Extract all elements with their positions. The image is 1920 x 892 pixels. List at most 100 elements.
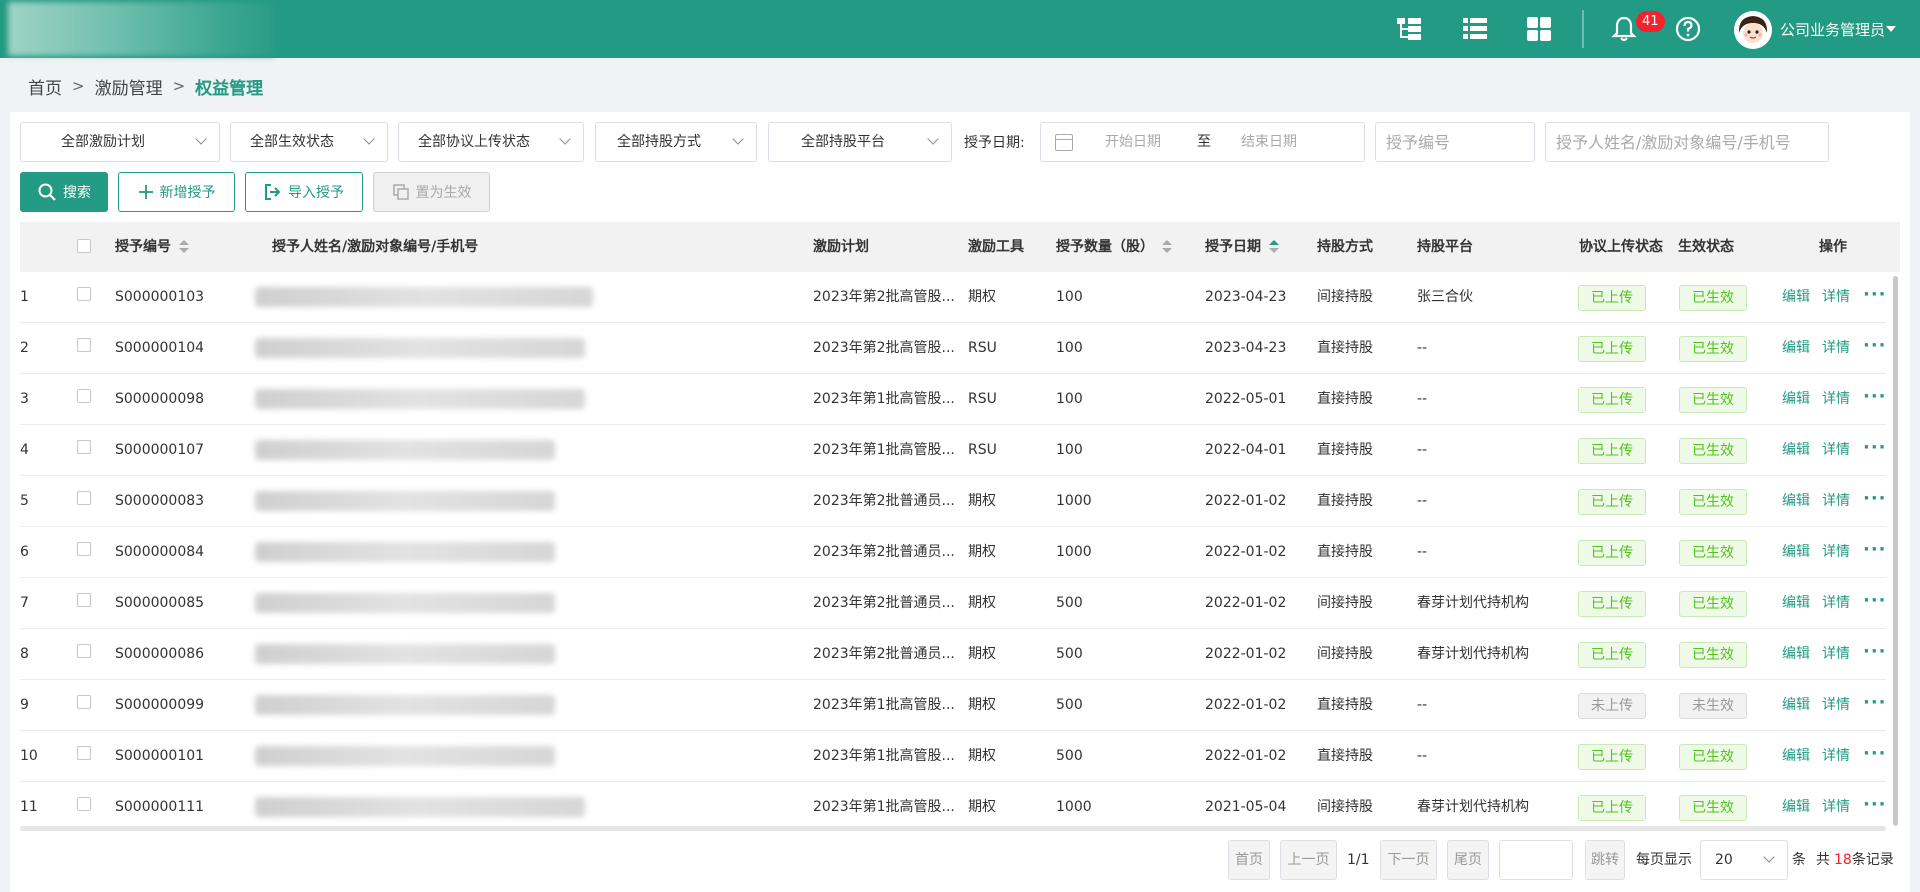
more-icon[interactable]: ··· [1863,578,1886,624]
sort-icon[interactable] [179,240,189,254]
row-checkbox[interactable] [77,797,91,811]
holding-method-select[interactable]: 全部持股方式 [595,122,757,162]
more-icon[interactable]: ··· [1863,680,1886,726]
grant-no-cell: S000000104 [115,340,205,356]
per-page-unit: 条 [1792,852,1806,868]
jump-button[interactable]: 跳转 [1585,840,1625,880]
edit-link[interactable]: 编辑 [1782,374,1810,425]
date-start-input[interactable]: 开始日期 [1105,123,1161,161]
row-checkbox[interactable] [77,389,91,403]
help-icon[interactable] [1673,14,1703,44]
grant-no-cell: S000000085 [115,595,205,611]
more-icon[interactable]: ··· [1863,629,1886,675]
holding-platform-select[interactable]: 全部持股平台 [768,122,952,162]
chevron-down-icon [732,133,744,145]
list-icon[interactable] [1460,14,1490,44]
detail-link[interactable]: 详情 [1822,680,1850,731]
next-page-button[interactable]: 下一页 [1380,840,1437,880]
per-page-select[interactable]: 20 [1700,840,1788,880]
tree-menu-icon[interactable] [1394,14,1424,44]
chevron-down-icon [195,133,207,145]
detail-link[interactable]: 详情 [1822,782,1850,830]
detail-link[interactable]: 详情 [1822,323,1850,374]
qty-cell: 100 [1056,391,1083,407]
detail-link[interactable]: 详情 [1822,476,1850,527]
more-icon[interactable]: ··· [1863,323,1886,369]
edit-link[interactable]: 编辑 [1782,425,1810,476]
breadcrumb-home[interactable]: 首页 [28,74,62,99]
first-page-button[interactable]: 首页 [1228,840,1270,880]
more-icon[interactable]: ··· [1863,425,1886,471]
table-body: 1 S000000103 2023年第2批高管股... 期权 100 2023-04-23… [20,272,1886,830]
row-checkbox[interactable] [77,542,91,556]
row-checkbox[interactable] [77,644,91,658]
effective-status-select[interactable]: 全部生效状态 [230,122,388,162]
edit-link[interactable]: 编辑 [1782,476,1810,527]
edit-link[interactable]: 编辑 [1782,731,1810,782]
plan-select[interactable]: 全部激励计划 [20,122,220,162]
horizontal-scrollbar[interactable] [20,826,1886,831]
detail-link[interactable]: 详情 [1822,629,1850,680]
username[interactable]: 公司业务管理员 [1780,19,1885,40]
agreement-status-select[interactable]: 全部协议上传状态 [398,122,584,162]
edit-link[interactable]: 编辑 [1782,527,1810,578]
breadcrumb-incentive[interactable]: 激励管理 [95,74,163,99]
row-checkbox[interactable] [77,491,91,505]
select-all-checkbox[interactable] [77,239,91,253]
method-cell: 直接持股 [1317,697,1373,713]
date-cell: 2022-01-02 [1205,646,1287,662]
user-menu-caret-icon[interactable] [1886,26,1896,32]
set-effective-button[interactable]: 置为生效 [373,172,490,212]
grant-date-range[interactable]: 开始日期 至 结束日期 [1040,122,1365,162]
detail-link[interactable]: 详情 [1822,374,1850,425]
row-checkbox[interactable] [77,338,91,352]
detail-link[interactable]: 详情 [1822,731,1850,782]
row-checkbox[interactable] [77,440,91,454]
table-row: 10 S000000101 2023年第1批高管股... 期权 500 2022-01-0… [20,731,1886,782]
more-icon[interactable]: ··· [1863,272,1886,318]
plan-cell: 2023年第2批普通员... [813,493,955,509]
row-checkbox[interactable] [77,593,91,607]
bell-icon[interactable] [1609,14,1639,44]
detail-link[interactable]: 详情 [1822,527,1850,578]
last-page-button[interactable]: 尾页 [1447,840,1489,880]
detail-link[interactable]: 详情 [1822,272,1850,323]
row-checkbox[interactable] [77,287,91,301]
edit-link[interactable]: 编辑 [1782,323,1810,374]
grid-icon[interactable] [1524,14,1554,44]
more-icon[interactable]: ··· [1863,731,1886,777]
import-grant-button[interactable]: 导入授予 [245,172,363,212]
logo [8,2,274,56]
more-icon[interactable]: ··· [1863,527,1886,573]
more-icon[interactable]: ··· [1863,374,1886,420]
breadcrumb-separator-icon: > [72,77,85,95]
date-cell: 2021-05-04 [1205,799,1287,815]
person-search-input[interactable] [1545,122,1829,162]
detail-link[interactable]: 详情 [1822,425,1850,476]
date-end-input[interactable]: 结束日期 [1241,123,1297,161]
edit-link[interactable]: 编辑 [1782,578,1810,629]
date-cell: 2022-01-02 [1205,493,1287,509]
grant-no-input[interactable] [1375,122,1535,162]
plan-cell: 2023年第1批高管股... [813,697,955,713]
sort-asc-icon[interactable] [1269,240,1279,254]
column-grant-no[interactable]: 授予编号 [115,222,189,272]
vertical-scrollbar[interactable] [1893,276,1898,826]
page-jump-input[interactable] [1499,840,1573,880]
detail-link[interactable]: 详情 [1822,578,1850,629]
edit-link[interactable]: 编辑 [1782,629,1810,680]
more-icon[interactable]: ··· [1863,476,1886,522]
prev-page-button[interactable]: 上一页 [1280,840,1337,880]
edit-link[interactable]: 编辑 [1782,272,1810,323]
search-button[interactable]: 搜索 [20,172,108,212]
column-date[interactable]: 授予日期 [1205,222,1279,272]
edit-link[interactable]: 编辑 [1782,782,1810,830]
more-icon[interactable]: ··· [1863,782,1886,828]
row-checkbox[interactable] [77,746,91,760]
edit-link[interactable]: 编辑 [1782,680,1810,731]
sort-icon[interactable] [1162,240,1172,254]
row-checkbox[interactable] [77,695,91,709]
add-grant-button[interactable]: 新增授予 [118,172,235,212]
avatar[interactable] [1734,11,1772,49]
column-qty[interactable]: 授予数量（股） [1056,222,1172,272]
